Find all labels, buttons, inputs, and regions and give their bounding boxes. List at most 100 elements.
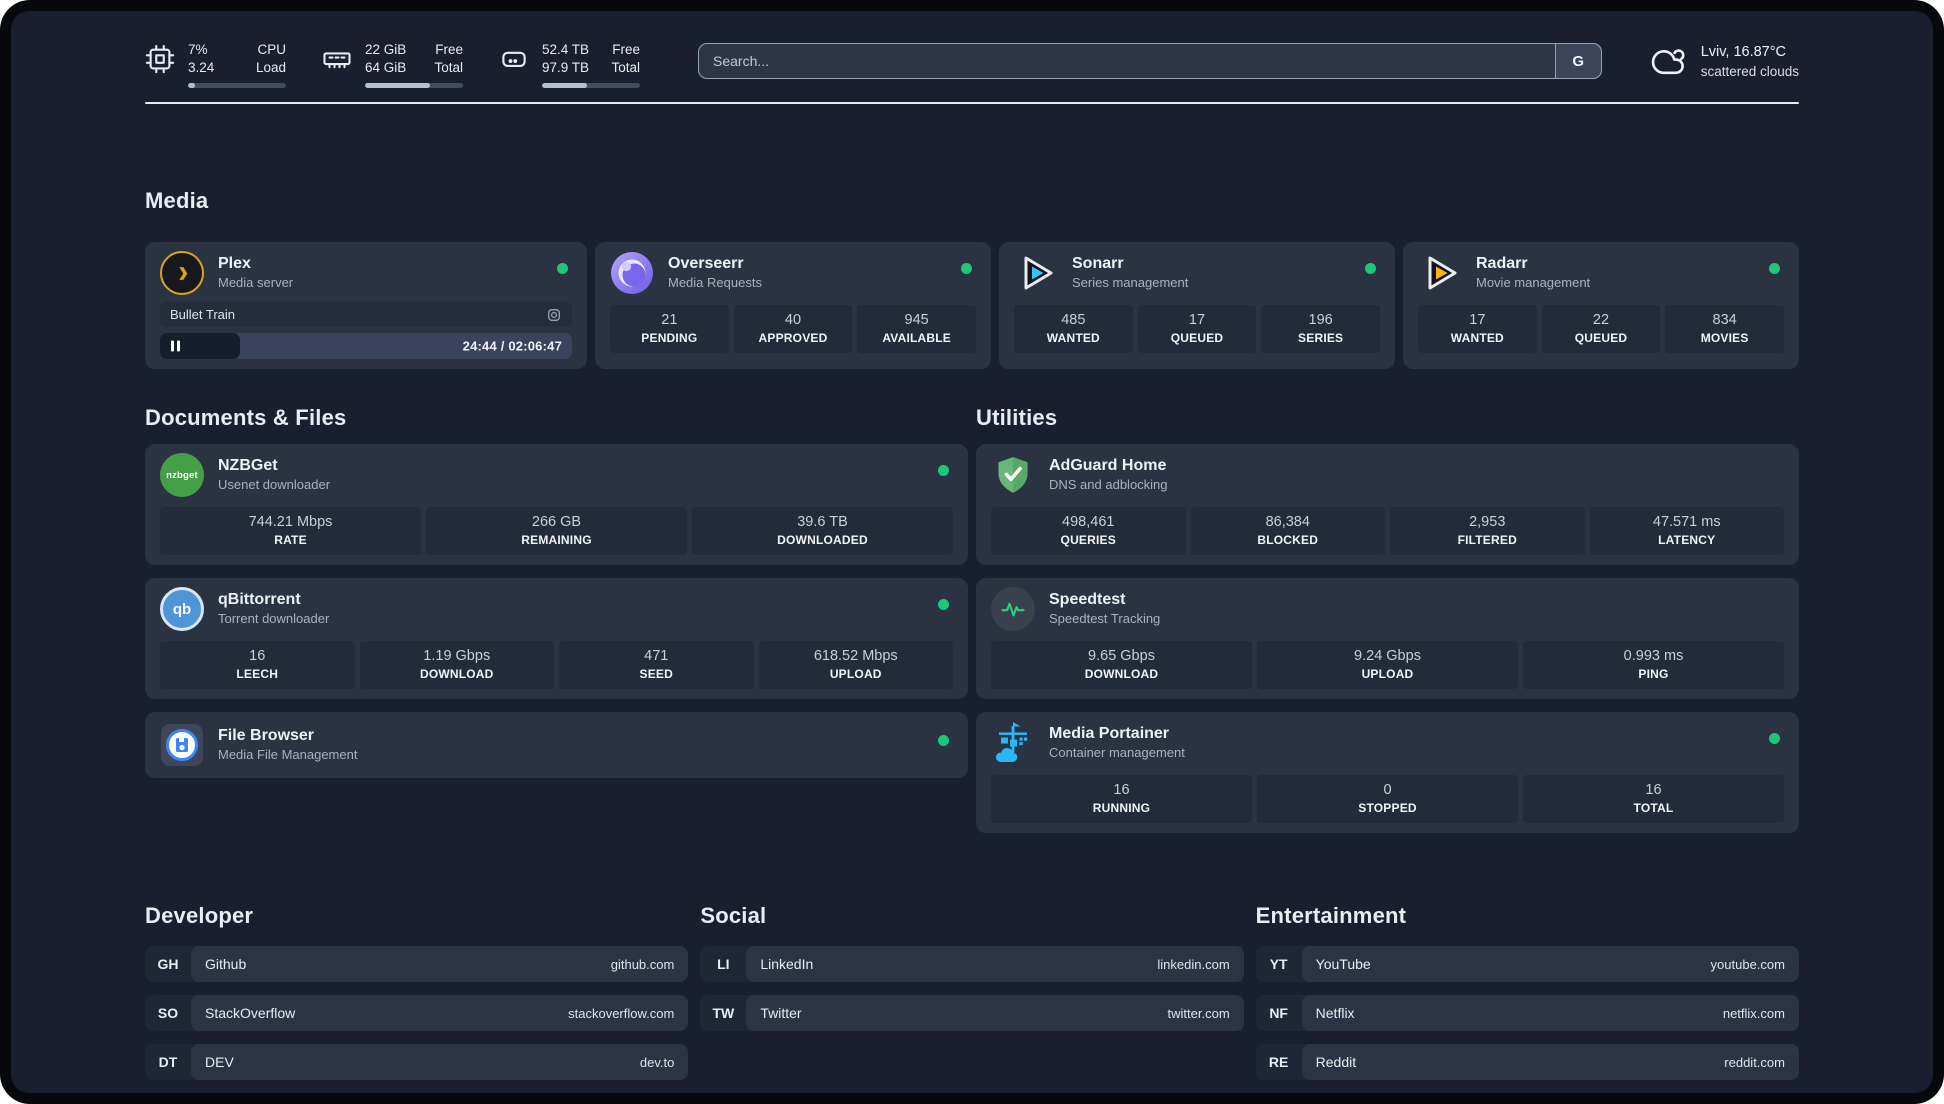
cpu-stat-widget: 7% 3.24 CPU Load xyxy=(145,41,286,89)
stat-label: RATE xyxy=(274,533,307,547)
link-row-twitter[interactable]: TW Twitter twitter.com xyxy=(700,995,1244,1032)
stat-value: 2,953 xyxy=(1469,514,1506,531)
stat-label: SEED xyxy=(639,667,673,682)
memory-stat-widget: 22 GiB 64 GiB Free Total xyxy=(322,41,463,89)
search-input[interactable] xyxy=(698,43,1602,79)
link-url: dev.to xyxy=(639,1054,675,1070)
now-playing-row: Bullet Train xyxy=(160,302,572,328)
link-row-reddit[interactable]: RE Reddit reddit.com xyxy=(1255,1044,1799,1081)
stat-label: DOWNLOAD xyxy=(419,667,494,682)
link-row-youtube[interactable]: YT YouTube youtube.com xyxy=(1255,946,1799,983)
app-subtitle: DNS and adblocking xyxy=(1049,477,1168,493)
app-subtitle: Container management xyxy=(1049,745,1185,761)
link-name: StackOverflow xyxy=(205,1005,296,1022)
app-card-radarr[interactable]: Radarr Movie management 17 WANTED 22 QUE… xyxy=(1403,242,1799,370)
stat-label: LATENCY xyxy=(1658,533,1716,547)
stat-tile: 196 SERIES xyxy=(1261,305,1380,354)
link-row-dev[interactable]: DT DEV dev.to xyxy=(145,1044,689,1081)
playback-progress-bar[interactable]: 24:44 / 02:06:47 xyxy=(160,333,572,360)
link-abbrev: GH xyxy=(157,956,179,973)
section-developer: Developer GH Github github.com SO StackO… xyxy=(145,903,689,1081)
stat-value: 945 xyxy=(904,312,929,329)
link-url: youtube.com xyxy=(1710,956,1785,972)
qbittorrent-icon: qb xyxy=(160,587,204,632)
link-pill: YouTube youtube.com xyxy=(1301,946,1799,983)
stat-label: TOTAL xyxy=(1633,801,1674,816)
link-row-github[interactable]: GH Github github.com xyxy=(145,946,689,983)
section-title-entertainment: Entertainment xyxy=(1255,903,1407,929)
section-entertainment: Entertainment YT YouTube youtube.com NF … xyxy=(1255,903,1799,1081)
link-row-netflix[interactable]: NF Netflix netflix.com xyxy=(1255,995,1799,1032)
app-subtitle: Movie management xyxy=(1476,275,1591,291)
section-title-media: Media xyxy=(145,188,209,214)
app-title: Overseerr xyxy=(668,255,744,273)
stat-tile: 9.24 Gbps UPLOAD xyxy=(1257,641,1518,690)
memory-progress-bar xyxy=(365,83,463,89)
link-pill: Netflix netflix.com xyxy=(1301,995,1799,1032)
link-pill: StackOverflow stackoverflow.com xyxy=(191,995,689,1032)
app-card-plex[interactable]: Plex Media server Bullet Train 24:44 / 0… xyxy=(145,242,587,370)
sonarr-icon xyxy=(1014,251,1058,295)
cloud-icon xyxy=(1648,45,1688,79)
stat-tile: 40 APPROVED xyxy=(733,305,853,354)
speedtest-icon xyxy=(991,587,1035,632)
stat-label: APPROVED xyxy=(758,331,828,345)
plex-icon xyxy=(160,251,204,296)
app-card-overseerr[interactable]: Overseerr Media Requests 21 PENDING 40 A… xyxy=(595,242,991,370)
stat-value: 16 xyxy=(249,648,266,665)
link-url: stackoverflow.com xyxy=(568,1005,675,1021)
stat-value: 17 xyxy=(1188,312,1206,329)
link-name: Twitter xyxy=(760,1005,802,1022)
ram-icon xyxy=(322,44,352,74)
search-engine-button[interactable]: G xyxy=(1554,43,1602,79)
app-card-speedtest[interactable]: Speedtest Speedtest Tracking 9.65 Gbps D… xyxy=(976,578,1799,700)
link-name: YouTube xyxy=(1315,956,1371,973)
link-abbrev: RE xyxy=(1268,1054,1289,1071)
screen-frame: 7% 3.24 CPU Load 22 GiB 64 GiB Free Tota… xyxy=(0,0,1944,1104)
section-title-social: Social xyxy=(700,903,767,929)
pause-icon[interactable] xyxy=(171,340,180,352)
stat-label: DOWNLOAD xyxy=(1084,667,1159,682)
app-title: Sonarr xyxy=(1072,255,1124,273)
stat-label: QUEUED xyxy=(1170,331,1224,345)
stat-tile: 39.6 TB DOWNLOADED xyxy=(692,507,953,556)
stat-value: 17 xyxy=(1469,312,1486,329)
stat-tile: 86,384 BLOCKED xyxy=(1190,507,1385,556)
app-title: AdGuard Home xyxy=(1049,457,1167,475)
app-subtitle: Media Requests xyxy=(668,275,762,291)
app-subtitle: Media server xyxy=(218,275,294,291)
overseerr-icon xyxy=(610,251,654,295)
settings-icon[interactable] xyxy=(546,307,562,323)
app-card-sonarr[interactable]: Sonarr Series management 485 WANTED 17 Q… xyxy=(999,242,1395,370)
app-card-portainer[interactable]: Media Portainer Container management 16 … xyxy=(976,712,1799,834)
stat-value: 9.24 Gbps xyxy=(1354,648,1421,665)
stat-tile: 471 SEED xyxy=(559,641,754,690)
disk-stat-widget: 52.4 TB 97.9 TB Free Total xyxy=(499,41,640,89)
app-card-qbittorrent[interactable]: qb qBittorrent Torrent downloader 16 LEE… xyxy=(145,578,968,700)
stat-tile: 16 RUNNING xyxy=(991,775,1252,824)
stat-value: 21 xyxy=(661,312,678,329)
adguard-icon xyxy=(991,453,1035,497)
stat-label: WANTED xyxy=(1450,331,1504,345)
stat-label: UPLOAD xyxy=(829,667,882,682)
stat-value: 498,461 xyxy=(1062,514,1115,531)
memory-labels: Free Total xyxy=(434,42,463,76)
stat-value: 86,384 xyxy=(1265,514,1310,531)
link-url: linkedin.com xyxy=(1157,956,1230,972)
link-name: Reddit xyxy=(1315,1054,1357,1071)
app-card-adguard[interactable]: AdGuard Home DNS and adblocking 498,461 … xyxy=(976,444,1799,566)
app-title: qBittorrent xyxy=(218,591,301,609)
disk-progress-bar xyxy=(542,83,640,89)
stat-label: REMAINING xyxy=(521,533,592,547)
weather-widget: Lviv, 16.87°C scattered clouds xyxy=(1648,43,1799,81)
app-card-nzbget[interactable]: nzbget NZBGet Usenet downloader 744.21 M… xyxy=(145,444,968,566)
link-abbrev: TW xyxy=(712,1005,735,1022)
link-row-stackoverflow[interactable]: SO StackOverflow stackoverflow.com xyxy=(145,995,689,1032)
app-subtitle: Series management xyxy=(1072,275,1189,291)
section-title-developer: Developer xyxy=(145,903,254,929)
link-row-linkedin[interactable]: LI LinkedIn linkedin.com xyxy=(700,946,1244,983)
stat-label: LEECH xyxy=(236,667,279,682)
app-card-filebrowser[interactable]: File Browser Media File Management xyxy=(145,712,968,779)
stat-tile: 1.19 Gbps DOWNLOAD xyxy=(359,641,554,690)
stat-value: 47.571 ms xyxy=(1652,514,1721,531)
